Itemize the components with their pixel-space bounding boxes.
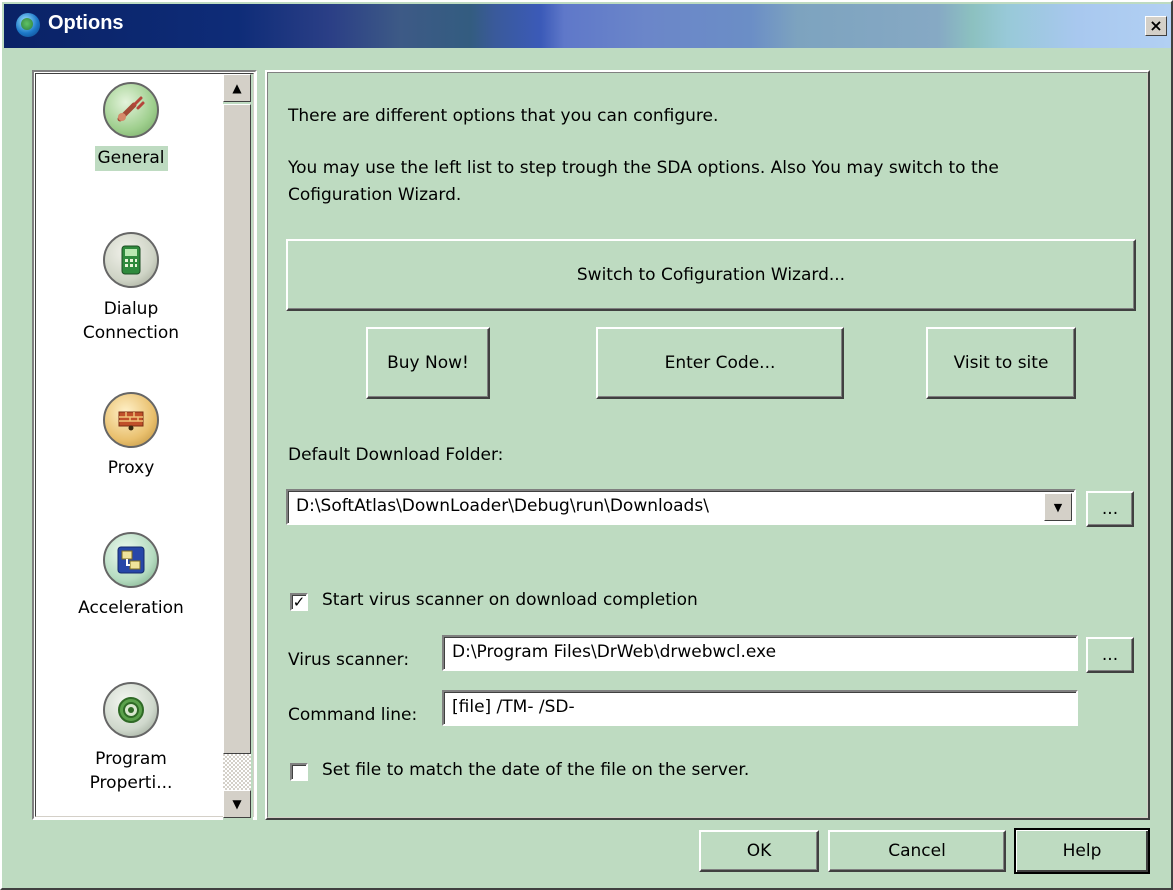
virus-scanner-label: Virus scanner:	[288, 650, 410, 670]
globe-icon	[16, 13, 40, 37]
sidebar-item-proxy[interactable]: Proxy	[36, 392, 226, 481]
sidebar-item-label: Acceleration	[78, 598, 184, 618]
match-date-label: Set file to match the date of the file o…	[322, 760, 750, 780]
virus-scan-checkbox[interactable]: ✓	[290, 593, 308, 611]
sidebar-item-label: Dialup Connection	[82, 299, 180, 343]
virus-scanner-field[interactable]: D:\Program Files\DrWeb\drwebwcl.exe	[442, 635, 1078, 671]
title-bar: Options ×	[4, 4, 1171, 48]
help-button[interactable]: Help	[1014, 828, 1150, 874]
proxy-icon	[103, 392, 159, 448]
scroll-up-arrow-icon[interactable]: ▲	[223, 74, 251, 102]
ok-label: OK	[746, 841, 772, 861]
sidebar-item-label: Proxy	[107, 458, 155, 478]
options-dialog: Options × General Dialup Connection Prox…	[0, 0, 1173, 890]
cancel-label: Cancel	[888, 841, 946, 861]
sidebar-item-label: General	[94, 146, 168, 171]
virus-scanner-value: D:\Program Files\DrWeb\drwebwcl.exe	[452, 642, 777, 662]
enter-code-label: Enter Code...	[664, 353, 776, 373]
download-folder-value: D:\SoftAtlas\DownLoader\Debug\run\Downlo…	[296, 496, 709, 516]
sidebar-item-label: Program Properti...	[89, 749, 173, 793]
download-folder-combo[interactable]: D:\SoftAtlas\DownLoader\Debug\run\Downlo…	[286, 489, 1076, 525]
properties-icon	[103, 682, 159, 738]
phone-icon	[103, 232, 159, 288]
buy-now-button[interactable]: Buy Now!	[366, 327, 490, 399]
options-category-list: General Dialup Connection Proxy Accelera…	[32, 70, 257, 820]
switch-wizard-button[interactable]: Switch to Cofiguration Wizard...	[286, 239, 1136, 311]
scroll-down-arrow-icon[interactable]: ▼	[223, 790, 251, 818]
match-date-checkbox[interactable]	[290, 763, 308, 781]
visit-site-button[interactable]: Visit to site	[926, 327, 1076, 399]
scroll-thumb[interactable]	[223, 104, 251, 754]
sidebar-item-general[interactable]: General	[36, 82, 226, 171]
visit-site-label: Visit to site	[953, 353, 1049, 373]
general-options-panel: There are different options that you can…	[265, 70, 1150, 820]
sidebar-scrollbar[interactable]: ▲ ▼	[223, 74, 253, 820]
sidebar-item-acceleration[interactable]: Acceleration	[36, 532, 226, 621]
browse-folder-label: ...	[1101, 499, 1119, 519]
command-line-field[interactable]: [file] /TM- /SD-	[442, 690, 1078, 726]
close-button[interactable]: ×	[1145, 16, 1167, 36]
download-folder-label: Default Download Folder:	[288, 445, 504, 465]
browse-folder-button[interactable]: ...	[1086, 491, 1134, 527]
command-line-value: [file] /TM- /SD-	[452, 697, 575, 717]
enter-code-button[interactable]: Enter Code...	[596, 327, 844, 399]
command-line-label: Command line:	[288, 705, 418, 725]
wrench-icon	[103, 82, 159, 138]
virus-scan-label: Start virus scanner on download completi…	[322, 590, 698, 610]
ok-button[interactable]: OK	[699, 830, 819, 872]
browse-scanner-label: ...	[1101, 645, 1119, 665]
intro-description: You may use the left list to step trough…	[288, 158, 999, 205]
window-title: Options	[48, 12, 124, 34]
intro-text: There are different options that you can…	[288, 106, 719, 126]
scroll-track[interactable]	[223, 754, 251, 790]
sidebar-item-dialup[interactable]: Dialup Connection	[36, 232, 226, 346]
switch-wizard-label: Switch to Cofiguration Wizard...	[576, 265, 846, 285]
buy-now-label: Buy Now!	[387, 353, 469, 373]
acceleration-icon	[103, 532, 159, 588]
chevron-down-icon[interactable]: ▼	[1044, 493, 1072, 521]
help-label: Help	[1062, 841, 1102, 861]
cancel-button[interactable]: Cancel	[828, 830, 1006, 872]
browse-scanner-button[interactable]: ...	[1086, 637, 1134, 673]
sidebar-item-program-properties[interactable]: Program Properti...	[36, 682, 226, 796]
